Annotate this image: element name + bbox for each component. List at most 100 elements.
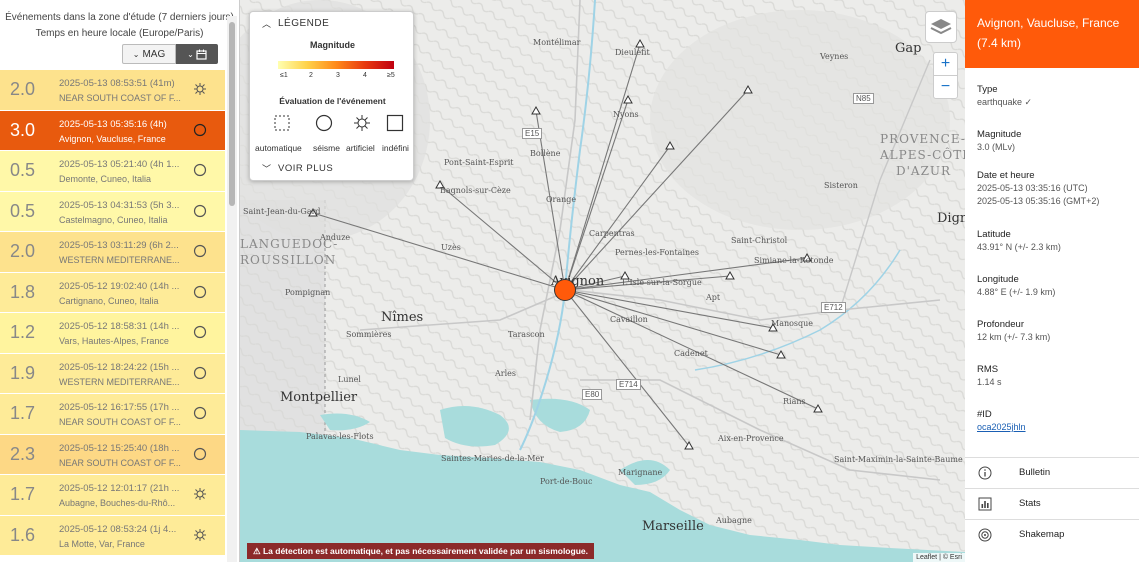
detail-field-value: 12 km (+/- 7.3 km)	[977, 332, 1051, 342]
detail-button-label: Bulletin	[1019, 467, 1051, 478]
map-label-saintes-maries: Saintes-Maries-de-la-Mer	[441, 454, 544, 463]
epicenter-marker[interactable]	[554, 279, 576, 301]
zoom-out-button[interactable]: −	[934, 76, 957, 99]
event-datetime: 2025-05-12 18:24:22 (15h ...	[59, 361, 180, 373]
map-attribution[interactable]: Leaflet | © Esri	[913, 553, 965, 562]
see-more-link[interactable]: VOIR PLUS	[278, 163, 333, 174]
event-list-item[interactable]: 2.0 2025-05-13 08:53:51 (41m) NEAR SOUTH C…	[0, 70, 225, 111]
map-region-dazur: D'AZUR	[896, 164, 952, 178]
earthquake-event-icon	[193, 204, 207, 217]
seismic-station-marker[interactable]	[635, 38, 645, 48]
event-magnitude: 1.2	[10, 322, 36, 342]
detail-field-label: RMS	[977, 364, 999, 375]
road-label-n85: N85	[853, 93, 874, 104]
event-list-item[interactable]: 2.0 2025-05-13 03:11:29 (6h 2... WESTERN M…	[0, 232, 225, 273]
chevron-down-icon[interactable]: ﹀	[262, 162, 271, 175]
bulletin-button[interactable]: Bulletin	[965, 457, 1139, 488]
info-icon	[978, 466, 992, 480]
event-list-item[interactable]: 1.7 2025-05-12 12:01:17 (21h ... Aubagne, …	[0, 475, 225, 516]
map-region-alpes-cote: ALPES-CÔTE-	[880, 148, 965, 162]
detail-field-value: 1.14 s	[977, 377, 1002, 387]
map-label-aubagne: Aubagne	[716, 516, 752, 525]
map-region-provence: PROVENCE-	[880, 132, 965, 146]
event-list-item[interactable]: 1.2 2025-05-12 18:58:31 (14h ... Vars, Hau…	[0, 313, 225, 354]
chevron-up-icon[interactable]: ︿	[262, 17, 271, 30]
earthquake-event-icon	[193, 366, 207, 379]
seismic-station-marker[interactable]	[725, 270, 735, 280]
map-label-isle-sur-la-sorgue: L'Isle-sur-la-Sorgue	[622, 278, 702, 287]
event-magnitude: 1.6	[10, 524, 36, 545]
detail-field: Longitude 4.88° E (+/- 1.9 km)	[977, 273, 1055, 299]
map-label-nyons: Nyons	[613, 110, 639, 119]
detail-field-value: 2025-05-13 03:35:16 (UTC)	[977, 183, 1088, 193]
road-label-e712: E712	[821, 302, 846, 313]
zoom-in-button[interactable]: +	[934, 53, 957, 76]
detail-field-value: 43.91° N (+/- 2.3 km)	[977, 242, 1061, 252]
symbol-label: automatique	[255, 143, 302, 153]
detail-field-label: Magnitude	[977, 129, 1022, 140]
event-list: 2.0 2025-05-13 08:53:51 (41m) NEAR SOUTH C…	[0, 70, 225, 556]
map-label-bollene: Bollène	[530, 149, 561, 158]
sort-by-date-button[interactable]: ⌄	[176, 44, 218, 64]
map-label-gap: Gap	[895, 41, 922, 56]
detail-field-label: Profondeur	[977, 319, 1025, 330]
legend-panel: ︿ LÉGENDE Magnitude ≤1 2 3 4 ≥5 Évaluati…	[249, 11, 414, 181]
seismic-station-marker[interactable]	[531, 105, 541, 115]
seismic-station-marker[interactable]	[665, 140, 675, 150]
map-label-sisteron: Sisteron	[824, 181, 858, 190]
event-datetime: 2025-05-13 04:31:53 (5h 3...	[59, 199, 180, 211]
event-list-item[interactable]: 1.9 2025-05-12 18:24:22 (15h ... WESTERN M…	[0, 353, 225, 394]
earthquake-event-icon	[193, 163, 207, 177]
artificial-event-icon	[194, 528, 206, 541]
warning-icon: ⚠	[253, 546, 263, 556]
map-label-apt: Apt	[706, 293, 721, 302]
sort-by-magnitude-button[interactable]: ⌄ MAG	[122, 44, 176, 64]
detail-field-label: Longitude	[977, 274, 1019, 285]
detail-field-label: #ID	[977, 409, 992, 420]
event-list-item[interactable]: 0.5 2025-05-13 05:21:40 (4h 1... Demonte, …	[0, 151, 225, 192]
event-list-item[interactable]: 1.8 2025-05-12 19:02:40 (14h ... Cartignan…	[0, 272, 225, 313]
detail-field: Date et heure 2025-05-13 03:35:16 (UTC) 20…	[977, 169, 1099, 208]
event-magnitude: 2.0	[10, 79, 36, 99]
seismic-station-marker[interactable]	[743, 84, 753, 94]
event-list-item[interactable]: 1.7 2025-05-12 16:17:55 (17h ... NEAR SOUT…	[0, 394, 225, 435]
scale-tick: ≤1	[280, 72, 288, 79]
earthquake-event-icon	[193, 244, 207, 258]
symbol-label: indéfini	[382, 143, 409, 153]
seismic-station-marker[interactable]	[623, 94, 633, 104]
seismic-station-marker[interactable]	[813, 403, 823, 413]
station-ray	[564, 145, 671, 291]
map-label-saint-christol: Saint-Christol	[731, 236, 788, 245]
event-datetime: 2025-05-12 15:25:40 (18h ...	[59, 442, 180, 454]
event-location: Castelmagno, Cuneo, Italia	[59, 214, 168, 225]
station-ray	[564, 289, 690, 447]
layers-button[interactable]	[925, 11, 957, 43]
map-label-veynes: Veynes	[820, 52, 849, 61]
scrollbar-thumb[interactable]	[229, 22, 235, 206]
event-list-item[interactable]: 3.0 2025-05-13 05:35:16 (4h) Avignon, Vauc…	[0, 110, 225, 151]
event-datetime: 2025-05-13 05:35:16 (4h)	[59, 118, 167, 130]
event-list-item[interactable]: 0.5 2025-05-13 04:31:53 (5h 3... Castelmag…	[0, 191, 225, 232]
map[interactable]: Montélimar Dieulefit Nyons Bollène Pont-…	[240, 0, 965, 562]
event-id-link[interactable]: oca2025jhln	[977, 421, 1026, 434]
stats-button[interactable]: Stats	[965, 488, 1139, 519]
event-list-item[interactable]: 1.6 2025-05-12 08:53:24 (1j 4... La Motte,…	[0, 515, 225, 556]
undefined-symbol-icon	[386, 114, 404, 132]
symbol-label: séisme	[313, 143, 340, 153]
earthquake-symbol-icon	[315, 114, 333, 132]
event-location: WESTERN MEDITERRANE...	[59, 376, 180, 387]
event-magnitude: 2.3	[10, 443, 36, 464]
legend-title[interactable]: LÉGENDE	[278, 18, 329, 29]
event-datetime: 2025-05-13 08:53:51 (41m)	[59, 78, 175, 89]
event-list-title: Événements dans la zone d'étude (7 derni…	[5, 12, 234, 23]
shakemap-button[interactable]: Shakemap	[965, 519, 1139, 550]
event-magnitude: 1.7	[10, 484, 36, 504]
map-label-pompignan: Pompignan	[285, 288, 331, 297]
event-list-item[interactable]: 2.3 2025-05-12 15:25:40 (18h ... NEAR SOUT…	[0, 434, 225, 475]
map-label-bagnols: Bagnols-sur-Cèze	[440, 186, 511, 195]
map-label-saint-jean-du-gard: Saint-Jean-du-Gard	[243, 207, 321, 216]
earthquake-event-icon	[193, 447, 207, 460]
map-region-languedoc: LANGUEDOC-	[240, 237, 339, 251]
event-datetime: 2025-05-12 18:58:31 (14h ...	[59, 321, 180, 332]
map-region-roussillon: ROUSSILLON	[240, 253, 337, 267]
